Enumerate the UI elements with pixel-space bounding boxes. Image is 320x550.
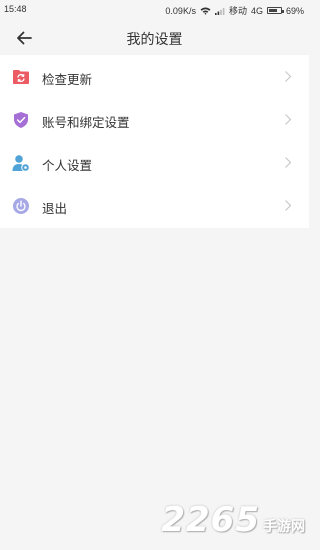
network-type: 4G — [250, 5, 263, 16]
signal-icon — [214, 7, 225, 15]
watermark-text: 手游网 — [263, 519, 305, 535]
menu-item-label: 个人设置 — [42, 159, 93, 173]
page-title: 我的设置 — [126, 31, 183, 47]
watermark-logo: 2265 手游网 — [161, 500, 305, 540]
nav-bar: 我的设置 — [0, 20, 309, 55]
status-bar: 15:48 0.09K/s 移动 4G 69% — [0, 0, 309, 20]
refresh-icon — [13, 70, 29, 84]
status-indicators: 0.09K/s 移动 4G 69% — [165, 4, 304, 17]
menu-item-account-binding[interactable]: 账号和绑定设置 — [0, 98, 309, 141]
status-time: 15:48 — [4, 4, 27, 14]
menu-item-check-update[interactable]: 检查更新 — [0, 55, 309, 98]
battery-fill — [268, 9, 277, 12]
menu-item-logout[interactable]: 退出 — [0, 184, 309, 227]
menu-item-label: 检查更新 — [42, 73, 93, 87]
chevron-right-icon — [285, 157, 292, 168]
power-icon — [13, 198, 29, 214]
wifi-icon — [200, 7, 211, 15]
menu-item-label: 账号和绑定设置 — [42, 116, 130, 130]
watermark-number: 2265 — [161, 500, 260, 540]
chevron-right-icon — [285, 200, 292, 211]
battery-icon — [266, 7, 284, 14]
network-speed: 0.09K/s — [165, 5, 196, 16]
chevron-right-icon — [285, 114, 292, 125]
battery-percent: 69% — [285, 5, 304, 16]
settings-menu: 检查更新 账号和绑定设置 个人设置 退出 — [0, 55, 309, 228]
menu-item-label: 退出 — [42, 202, 68, 216]
menu-item-personal-settings[interactable]: 个人设置 — [0, 141, 309, 184]
chevron-right-icon — [285, 71, 292, 82]
user-settings-icon — [12, 155, 30, 172]
shield-icon — [14, 112, 28, 128]
carrier-label: 移动 — [228, 6, 247, 16]
